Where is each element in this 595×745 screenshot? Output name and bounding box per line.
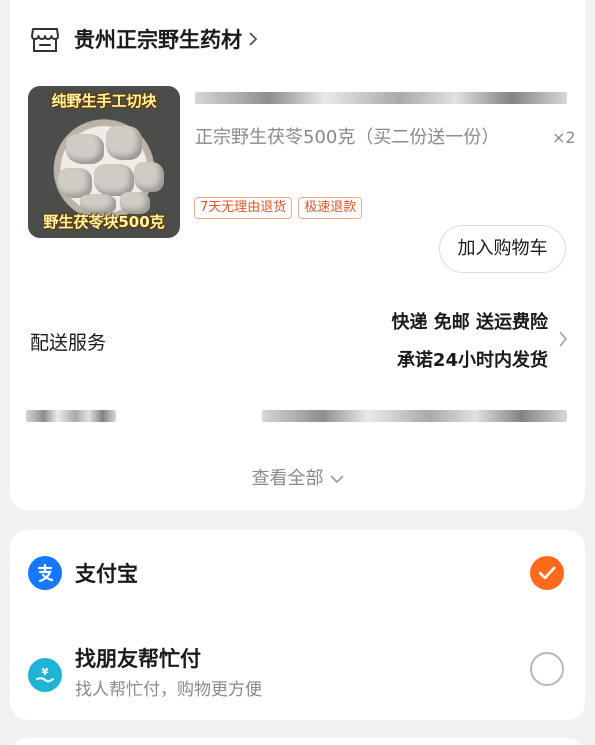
delivery-line-1: 快递 免邮 送运费险 — [391, 312, 548, 333]
product-title[interactable]: 正宗野生茯苓500克（买二份送一份） — [195, 123, 499, 153]
product-image[interactable]: 纯野生手工切块 野生茯苓块500克 — [28, 86, 180, 238]
redacted-text — [195, 92, 567, 104]
view-all-label: 查看全部 — [251, 468, 324, 489]
redacted-text — [26, 410, 116, 422]
view-all-link[interactable]: 查看全部 — [10, 464, 585, 490]
friend-pay-subtitle: 找人帮忙付，购物更方便 — [75, 680, 262, 700]
redacted-text — [262, 410, 567, 422]
friend-pay-radio[interactable] — [530, 652, 564, 686]
friend-pay-icon: ¥ — [28, 658, 62, 692]
alipay-selected-radio[interactable] — [530, 556, 564, 590]
delivery-details[interactable]: 快递 免邮 送运费险 承诺24小时内发货 — [391, 304, 548, 380]
delivery-line-2: 承诺24小时内发货 — [396, 350, 548, 371]
alipay-icon — [28, 556, 62, 590]
payment-card: 支付宝 ¥ 找朋友帮忙付 找人帮忙付，购物更方便 — [10, 530, 585, 720]
service-tags: 7天无理由退货 极速退款 — [194, 197, 363, 219]
friend-pay-label: 找朋友帮忙付 — [75, 647, 201, 671]
shop-name[interactable]: 贵州正宗野生药材 — [74, 24, 242, 54]
shop-header[interactable]: 贵州正宗野生药材 — [30, 24, 258, 54]
chevron-right-icon — [559, 331, 568, 347]
image-caption-top: 纯野生手工切块 — [51, 92, 157, 110]
tag-refund: 极速退款 — [298, 197, 363, 219]
alipay-label: 支付宝 — [75, 562, 138, 586]
next-card — [10, 738, 585, 745]
order-card: 贵州正宗野生药材 纯野生手工切块 野生茯苓块500克 正宗野生茯苓500克（买二… — [10, 0, 585, 510]
image-caption-bottom: 野生茯苓块500克 — [43, 213, 165, 231]
chevron-right-icon — [249, 32, 258, 46]
svg-text:¥: ¥ — [42, 667, 49, 678]
product-quantity: ×2 — [552, 128, 576, 147]
add-to-cart-button[interactable]: 加入购物车 — [439, 225, 566, 273]
store-icon — [31, 28, 59, 52]
check-icon — [538, 566, 556, 580]
chevron-down-icon — [329, 475, 344, 483]
delivery-label: 配送服务 — [30, 332, 107, 354]
payment-option-alipay[interactable]: 支付宝 — [28, 556, 138, 590]
tag-return: 7天无理由退货 — [194, 197, 293, 219]
